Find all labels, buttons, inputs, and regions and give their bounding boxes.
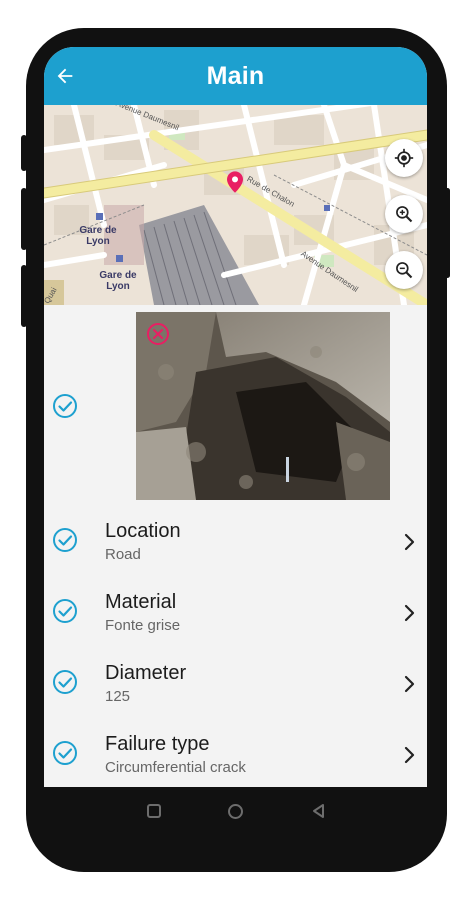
list-item-diameter[interactable]: Diameter 125: [44, 647, 427, 717]
system-nav-bar: [44, 787, 427, 835]
phone-side-button: [21, 135, 27, 171]
map-place-label: Gare de Lyon: [79, 225, 117, 247]
chevron-right-icon: [404, 604, 415, 622]
list-item-location[interactable]: Location Road: [44, 505, 427, 575]
delete-circle-icon[interactable]: [146, 322, 170, 346]
my-location-icon: [394, 148, 414, 168]
zoom-in-icon: [396, 206, 413, 223]
list-item-value: Fonte grise: [105, 617, 181, 634]
app-bar: Main: [44, 47, 427, 105]
check-circle-icon: [53, 741, 77, 765]
zoom-out-icon: [396, 262, 413, 279]
list-item-title: Failure type: [105, 733, 210, 755]
map-marker-icon[interactable]: [227, 171, 243, 193]
locate-button[interactable]: [385, 139, 423, 177]
check-circle-icon: [53, 394, 77, 418]
failure-photo[interactable]: [136, 312, 390, 500]
chevron-right-icon: [404, 533, 415, 551]
zoom-out-button[interactable]: [385, 251, 423, 289]
list-item-value: Road: [105, 546, 141, 563]
zoom-in-button[interactable]: [385, 195, 423, 233]
list-item-title: Diameter: [105, 662, 187, 684]
app-screen: Main Gare de Lyon Gare de Lyon Avenue Da…: [44, 47, 427, 787]
check-circle-icon: [53, 670, 77, 694]
map-place-label: Gare de Lyon: [99, 270, 137, 292]
list-item-failure-type[interactable]: Failure type Circumferential crack: [44, 718, 427, 787]
photo-row: [44, 305, 427, 505]
phone-side-button: [21, 188, 27, 250]
list-item-title: Location: [105, 520, 181, 542]
square-icon[interactable]: [146, 803, 162, 819]
phone-side-button: [21, 265, 27, 327]
circle-icon[interactable]: [227, 803, 244, 820]
list-item-value: Circumferential crack: [105, 759, 246, 776]
chevron-right-icon: [404, 675, 415, 693]
failure-photo-image: [136, 312, 390, 500]
check-circle-icon: [53, 528, 77, 552]
map-view[interactable]: Gare de Lyon Gare de Lyon Avenue Daumesn…: [44, 105, 427, 305]
page-title: Main: [206, 62, 265, 90]
list-item-material[interactable]: Material Fonte grise: [44, 576, 427, 646]
check-circle-icon: [53, 599, 77, 623]
triangle-back-icon[interactable]: [311, 803, 327, 819]
phone-side-button: [445, 188, 450, 278]
list-item-value: 125: [105, 688, 131, 705]
list-item-title: Material: [105, 591, 177, 613]
chevron-right-icon: [404, 746, 415, 764]
